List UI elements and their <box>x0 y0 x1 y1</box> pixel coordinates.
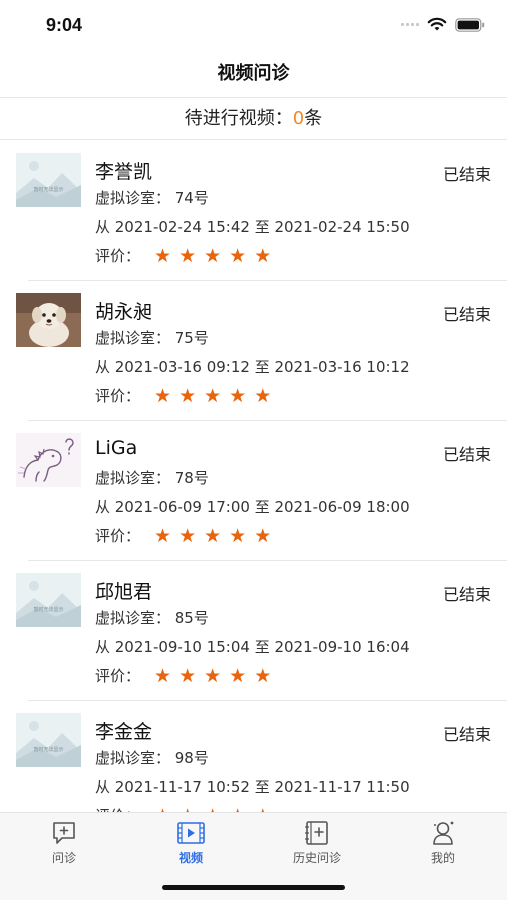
consultation-item[interactable]: LiGa 已结束虚拟诊室： 78号从 2021-06-09 17:00 至 202… <box>0 421 507 561</box>
pending-count: 0 <box>292 108 305 129</box>
consultation-item[interactable]: 暂时无法显示 李誉凯 已结束虚拟诊室： 74号从 2021-02-24 15:42 … <box>0 141 507 281</box>
rating-stars: ★ ★ ★ ★ ★ <box>154 664 272 687</box>
tab-consultation-label: 问诊 <box>51 851 76 865</box>
rating: 评价： ★ ★ ★ ★ ★ <box>95 525 271 546</box>
star-icon: ★ <box>254 384 272 407</box>
star-icon: ★ <box>179 244 197 267</box>
chat-plus-icon <box>53 822 75 844</box>
user-icon <box>433 821 454 845</box>
consultation-time: 从 2021-06-09 17:00 至 2021-06-09 18:00 <box>95 498 410 516</box>
avatar: 暂时无法显示 <box>16 153 81 207</box>
status-icons <box>401 17 485 32</box>
tab-history-label: 历史问诊 <box>292 851 341 865</box>
consultation-time: 从 2021-11-17 10:52 至 2021-11-17 11:50 <box>95 778 410 796</box>
avatar: 暂时无法显示 <box>16 713 81 767</box>
wifi-icon <box>427 17 447 31</box>
avatar-caption: 暂时无法显示 <box>33 606 63 613</box>
tab-history[interactable]: 历史问诊 <box>267 819 367 866</box>
tab-profile[interactable]: 我的 <box>393 819 493 866</box>
battery-icon <box>455 17 485 32</box>
star-icon: ★ <box>154 384 172 407</box>
avatar-caption: 暂时无法显示 <box>33 746 63 753</box>
star-icon: ★ <box>179 664 197 687</box>
status-badge: 已结束 <box>442 165 491 184</box>
star-icon: ★ <box>204 524 222 547</box>
star-icon: ★ <box>229 384 247 407</box>
virtual-room: 虚拟诊室： 74号 <box>95 189 209 207</box>
patient-name: LiGa <box>95 437 138 459</box>
pending-unit: 条 <box>304 108 323 129</box>
rating-stars: ★ ★ ★ ★ ★ <box>154 524 272 547</box>
tab-video[interactable]: 视频 <box>141 819 241 866</box>
avatar <box>16 293 81 347</box>
status-badge: 已结束 <box>442 725 491 744</box>
consultation-item[interactable]: 暂时无法显示 邱旭君 已结束虚拟诊室： 85号从 2021-09-10 15:04 … <box>0 561 507 701</box>
star-icon: ★ <box>179 384 197 407</box>
history-record-icon <box>305 821 328 845</box>
star-icon: ★ <box>204 664 222 687</box>
rating-label: 评价： <box>95 667 141 685</box>
virtual-room: 虚拟诊室： 78号 <box>95 469 209 487</box>
rating: 评价： ★ ★ ★ ★ ★ <box>95 245 271 266</box>
virtual-room: 虚拟诊室： 75号 <box>95 329 209 347</box>
star-icon: ★ <box>229 524 247 547</box>
star-icon: ★ <box>254 524 272 547</box>
patient-name: 胡永昶 <box>95 301 153 323</box>
star-icon: ★ <box>154 244 172 267</box>
rating-label: 评价： <box>95 387 141 405</box>
tab-consultation[interactable]: 问诊 <box>14 819 114 866</box>
status-time: 9:04 <box>46 15 83 35</box>
avatar <box>16 433 81 487</box>
rating: 评价：★★★★★ <box>95 805 271 812</box>
consultation-time: 从 2021-02-24 15:42 至 2021-02-24 15:50 <box>95 218 410 236</box>
consultation-time: 从 2021-03-16 09:12 至 2021-03-16 10:12 <box>95 358 410 376</box>
status-bar: 9:04 <box>0 0 507 54</box>
patient-name: 邱旭君 <box>95 581 153 603</box>
pending-label: 待进行视频： <box>184 108 293 129</box>
status-badge: 已结束 <box>442 305 491 324</box>
page-title: 视频问诊 <box>217 63 290 84</box>
consultation-item[interactable]: 暂时无法显示 李金金 已结束虚拟诊室： 98号从 2021-11-17 10:52 … <box>0 701 507 812</box>
pending-summary: 待进行视频：0条 <box>0 98 507 140</box>
rating-label: 评价： <box>95 247 141 265</box>
home-indicator <box>162 885 345 890</box>
rating-stars: ★ ★ ★ ★ ★ <box>154 384 272 407</box>
rating: 评价： ★ ★ ★ ★ ★ <box>95 385 271 406</box>
consultation-list[interactable]: 暂时无法显示 李誉凯 已结束 虚拟诊室： 74号从 2021-02-24 15:42 … <box>0 141 507 812</box>
rating-label: 评价： <box>95 805 140 812</box>
star-icon: ★ <box>254 664 272 687</box>
virtual-room: 虚拟诊室： 85号 <box>95 609 209 627</box>
star-icon: ★ <box>229 664 247 687</box>
star-icon: ★ <box>254 244 272 267</box>
star-icon: ★ <box>154 664 172 687</box>
tab-video-label: 视频 <box>178 851 203 865</box>
tab-profile-label: 我的 <box>430 851 455 865</box>
star-icon: ★ <box>204 384 222 407</box>
rating-stars: ★ ★ ★ ★ ★ <box>154 244 272 267</box>
status-badge: 已结束 <box>442 585 491 604</box>
avatar-caption: 暂时无法显示 <box>33 186 63 193</box>
nav-bar: 视频问诊 <box>0 54 507 98</box>
status-badge: 已结束 <box>442 445 491 464</box>
patient-name: 李誉凯 <box>95 161 153 183</box>
video-icon <box>177 822 205 844</box>
consultation-time: 从 2021-09-10 15:04 至 2021-09-10 16:04 <box>95 638 410 656</box>
star-icon: ★ <box>154 524 172 547</box>
signal-icon <box>401 23 419 26</box>
virtual-room: 虚拟诊室： 98号 <box>95 749 209 767</box>
rating-label: 评价： <box>95 527 141 545</box>
avatar: 暂时无法显示 <box>16 573 81 627</box>
star-icon: ★ <box>229 244 247 267</box>
consultation-item[interactable]: 胡永昶 已结束虚拟诊室： 75号从 2021-03-16 09:12 至 2021… <box>0 281 507 421</box>
rating: 评价： ★ ★ ★ ★ ★ <box>95 665 271 686</box>
star-icon: ★ <box>179 524 197 547</box>
patient-name: 李金金 <box>95 721 153 743</box>
star-icon: ★ <box>204 244 222 267</box>
